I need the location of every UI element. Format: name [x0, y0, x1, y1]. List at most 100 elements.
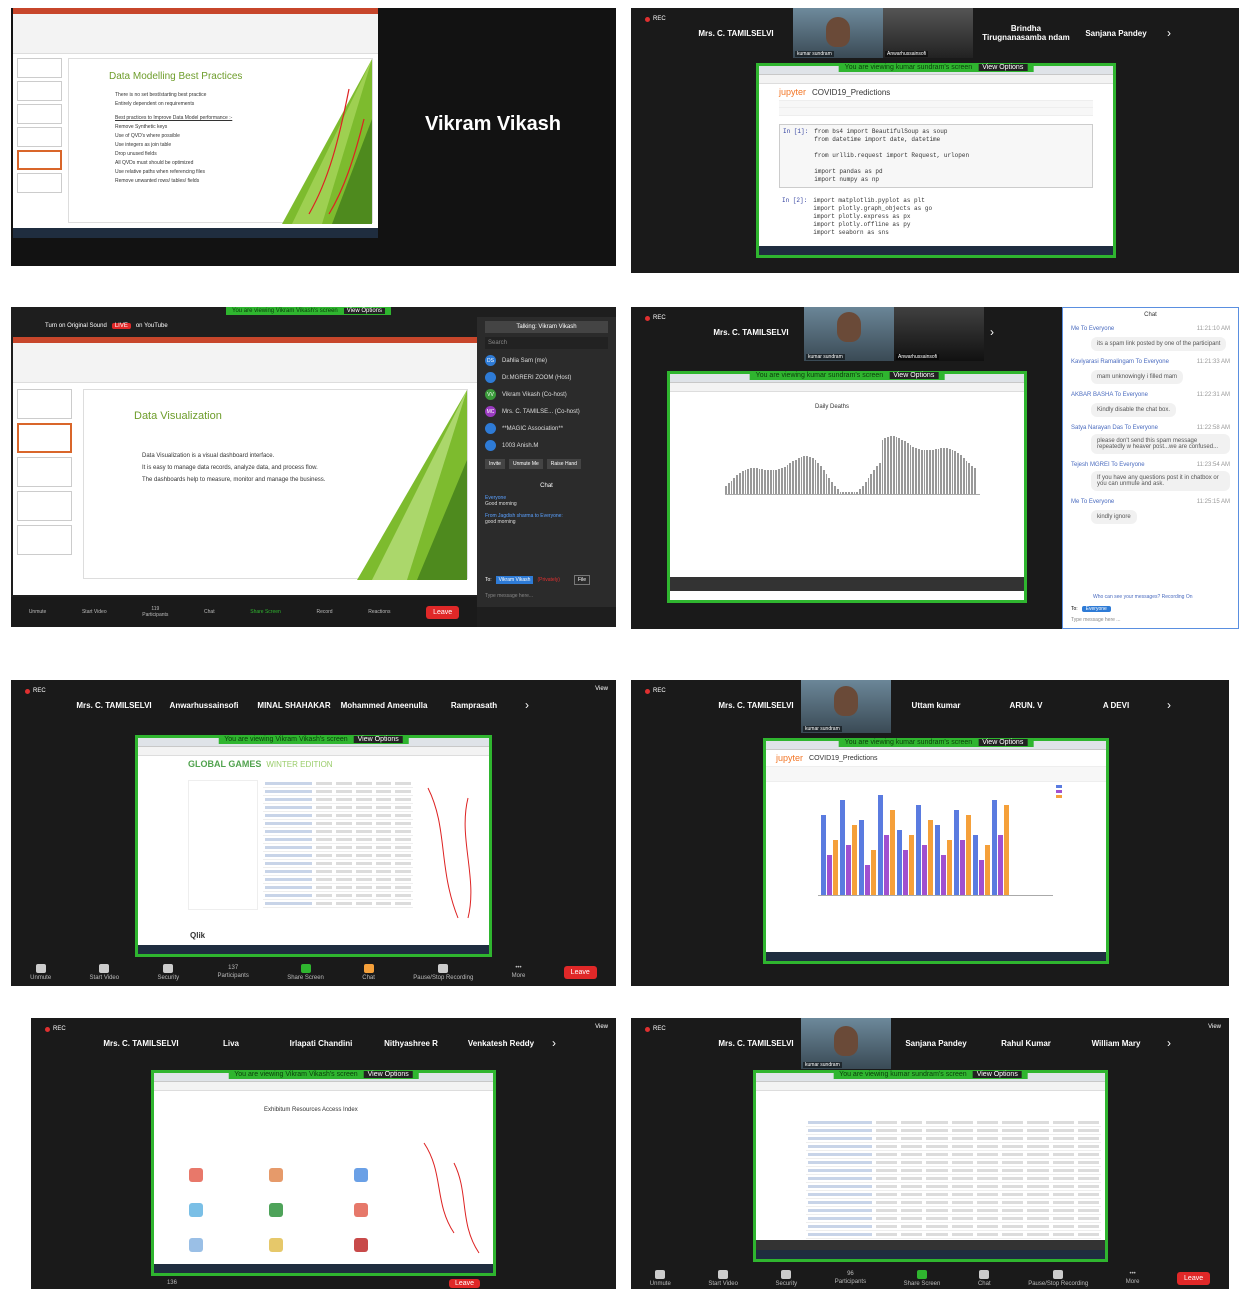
table-row[interactable]	[806, 1207, 1101, 1215]
chat-button[interactable]: Chat	[978, 1269, 991, 1287]
ppt-ribbon[interactable]	[13, 14, 378, 54]
table-row[interactable]	[263, 900, 413, 908]
participant-item[interactable]: **MAGIC Association**	[485, 423, 608, 434]
bottle-icon[interactable]	[189, 1238, 203, 1252]
table-row[interactable]	[806, 1191, 1101, 1199]
leave-button[interactable]: Leave	[448, 1278, 481, 1288]
browser-url-bar[interactable]	[154, 1082, 493, 1091]
leave-button[interactable]: Leave	[1177, 1271, 1211, 1285]
chat-input[interactable]: Type message here ...	[1071, 617, 1120, 623]
view-button[interactable]: View	[1208, 1024, 1221, 1030]
table-row[interactable]	[806, 1175, 1101, 1183]
browser-url-bar[interactable]	[756, 1082, 1105, 1091]
browser-url-bar[interactable]	[138, 747, 489, 756]
participant-tile[interactable]: Mrs. C. TAMILSELVI	[711, 1039, 801, 1048]
chat-button[interactable]: Chat	[204, 609, 215, 615]
athletes-table[interactable]	[263, 780, 413, 920]
participant-tile[interactable]: Mrs. C. TAMILSELVI	[96, 1039, 186, 1048]
oxygen-icon[interactable]	[354, 1168, 368, 1182]
start-video-button[interactable]: Start Video	[82, 609, 107, 615]
table-row[interactable]	[806, 1159, 1101, 1167]
jupyter-toolbar[interactable]	[779, 108, 1093, 116]
car-icon[interactable]	[269, 1203, 283, 1217]
leave-button[interactable]: Leave	[563, 965, 597, 979]
windows-taskbar[interactable]	[13, 228, 378, 238]
reactions-button[interactable]: Reactions	[368, 609, 390, 615]
start-video-button[interactable]: Start Video	[708, 1269, 738, 1287]
view-options-button[interactable]: View Options	[363, 1071, 413, 1078]
participant-tile[interactable]: Mrs. C. TAMILSELVI	[706, 328, 796, 337]
view-options-button[interactable]: View Options	[889, 372, 939, 379]
table-row[interactable]	[806, 1143, 1101, 1151]
table-row[interactable]	[806, 1215, 1101, 1223]
chat-button[interactable]: Chat	[362, 963, 375, 981]
table-row[interactable]	[263, 804, 413, 812]
plasma-icon[interactable]	[269, 1238, 283, 1252]
browser-url-bar[interactable]	[670, 383, 1024, 392]
table-row[interactable]	[263, 828, 413, 836]
chat-input[interactable]: Type message here...	[485, 593, 533, 599]
country-data-table[interactable]	[806, 1119, 1101, 1239]
share-screen-button[interactable]: Share Screen	[904, 1269, 940, 1287]
participant-tile[interactable]: Venkatesh Reddy	[456, 1039, 546, 1048]
table-row[interactable]	[263, 796, 413, 804]
participant-tile[interactable]: ARUN. V	[981, 701, 1071, 710]
windows-taskbar[interactable]	[759, 246, 1113, 255]
table-row[interactable]	[806, 1167, 1101, 1175]
security-button[interactable]: Security	[157, 963, 179, 981]
table-row[interactable]	[806, 1151, 1101, 1159]
original-sound-toggle[interactable]: Turn on Original Sound	[45, 323, 107, 329]
video-tile[interactable]: kumar sundram	[801, 1018, 891, 1069]
table-row[interactable]	[806, 1135, 1101, 1143]
view-button[interactable]: View	[595, 686, 608, 692]
table-row[interactable]	[263, 780, 413, 788]
table-row[interactable]	[263, 892, 413, 900]
participant-item[interactable]: MC Mrs. C. TAMILSE... (Co-host)	[485, 406, 608, 417]
table-row[interactable]	[263, 812, 413, 820]
participant-tile[interactable]: Sanjana Pandey	[1071, 29, 1161, 38]
unmute-button[interactable]: Unmute	[29, 609, 47, 615]
jupyter-menubar[interactable]	[779, 100, 1093, 108]
share-screen-button[interactable]: Share Screen	[287, 963, 324, 981]
participant-search[interactable]: Search	[485, 337, 608, 349]
chevron-right-icon[interactable]: ›	[1167, 26, 1171, 40]
bed-icon[interactable]	[189, 1203, 203, 1217]
pause-recording-button[interactable]: Pause/Stop Recording	[413, 963, 473, 981]
participant-item[interactable]: Dr.MGRERI ZOOM (Host)	[485, 372, 608, 383]
view-options-button[interactable]: View Options	[353, 736, 403, 743]
record-button[interactable]: Record	[316, 609, 332, 615]
leave-button[interactable]: Leave	[426, 605, 460, 619]
table-row[interactable]	[263, 884, 413, 892]
more-button[interactable]: ••• More	[1126, 1271, 1140, 1285]
participant-tile[interactable]: Rahul Kumar	[981, 1039, 1071, 1048]
table-row[interactable]	[263, 788, 413, 796]
notebook-title[interactable]: COVID19_Predictions	[812, 88, 890, 97]
participants-button[interactable]: 96 Participants	[835, 1271, 866, 1285]
participant-tile[interactable]: Uttam kumar	[891, 701, 981, 710]
filter-panel[interactable]	[188, 780, 258, 910]
participant-tile[interactable]: Liva	[186, 1039, 276, 1048]
youtube-label[interactable]: on YouTube	[136, 323, 168, 329]
code-cell[interactable]: In [2]: import matplotlib.pyplot as plt …	[779, 194, 1093, 240]
unmute-button[interactable]: Unmute	[30, 963, 51, 981]
cell-code[interactable]: from bs4 import BeautifulSoup as soup fr…	[814, 128, 969, 184]
windows-taskbar[interactable]	[756, 1250, 1105, 1259]
view-options-button[interactable]: View Options	[978, 739, 1028, 746]
video-tile[interactable]: kumar sundram	[801, 680, 891, 733]
food-icon[interactable]	[354, 1203, 368, 1217]
participant-tile[interactable]: Ramprasath	[429, 701, 519, 710]
participants-button[interactable]: 137 Participants	[217, 965, 248, 979]
video-tile[interactable]: kumar sundram	[793, 8, 883, 58]
participant-tile[interactable]: MINAL SHAHAKAR	[249, 701, 339, 710]
medicine-icon[interactable]	[269, 1168, 283, 1182]
unmute-button[interactable]: Unmute	[650, 1269, 671, 1287]
table-row[interactable]	[263, 852, 413, 860]
notebook-title[interactable]: COVID19_Predictions	[809, 755, 877, 762]
zoom-annotation-toolbar[interactable]	[670, 577, 1024, 591]
slide-thumbnails[interactable]	[17, 58, 62, 223]
start-video-button[interactable]: Start Video	[90, 963, 119, 981]
raise-hand-button[interactable]: Raise Hand	[546, 459, 581, 469]
table-row[interactable]	[263, 876, 413, 884]
share-screen-button[interactable]: Share Screen	[250, 609, 281, 615]
video-tile[interactable]: Anwarhussainsofi	[894, 307, 984, 361]
